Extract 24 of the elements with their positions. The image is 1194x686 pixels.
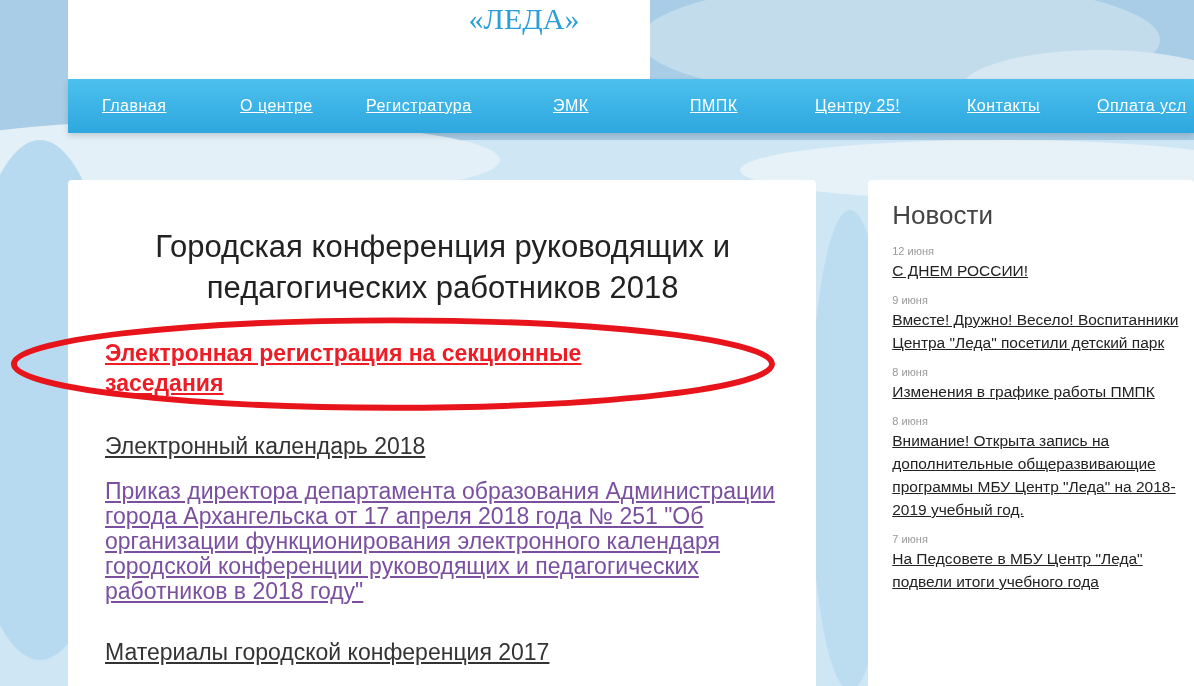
news-link[interactable]: Вместе! Дружно! Весело! Воспитанники Центра "Леда" посетили детский парк	[892, 308, 1185, 354]
news-link[interactable]: Внимание! Открыта запись на дополнительные общеразвивающие программы МБУ Центр "Леда" на 2018-2019 учебный год.	[892, 429, 1185, 521]
news-link[interactable]: С ДНЕМ РОССИИ!	[892, 259, 1185, 282]
document-link[interactable]: Материалы городской конференция 2017	[105, 640, 550, 665]
news-link[interactable]: На Педсовете в МБУ Центр "Леда" подвели итоги учебного года	[892, 547, 1185, 593]
nav-link[interactable]: Оплата усл	[1097, 97, 1194, 115]
nav-link[interactable]: ЭМК	[553, 97, 690, 115]
news-date: 8 июня	[892, 366, 928, 378]
news-date: 9 июня	[892, 294, 928, 306]
news-heading: Новости	[892, 200, 994, 231]
nav-link[interactable]: Контакты	[967, 97, 1097, 115]
news-date: 8 июня	[892, 415, 928, 427]
news-link[interactable]: Изменения в графике работы ПМПК	[892, 380, 1185, 403]
logo-text[interactable]: «ЛЕДА»	[468, 2, 580, 36]
nav-link[interactable]: Регистратура	[366, 97, 553, 115]
nav-link[interactable]: Главная	[102, 97, 240, 115]
nav-link[interactable]: ПМПК	[690, 97, 815, 115]
nav-link[interactable]: Центру 25!	[815, 97, 967, 115]
news-date: 12 июня	[892, 245, 934, 257]
nav-link[interactable]: О центре	[240, 97, 366, 115]
document-link[interactable]: Электронный календарь 2018	[105, 434, 426, 459]
document-link[interactable]: Приказ директора департамента образования Администрации города Архангельска от 17 апреля 2018 года № 251 "Об организации функционирования электронного календаря городской конференции руководящих и педагогических работников в 2018 году"	[105, 479, 775, 604]
news-date: 7 июня	[892, 533, 928, 545]
page-title: Городская конференция руководящих и педагогических работников 2018	[154, 228, 731, 307]
